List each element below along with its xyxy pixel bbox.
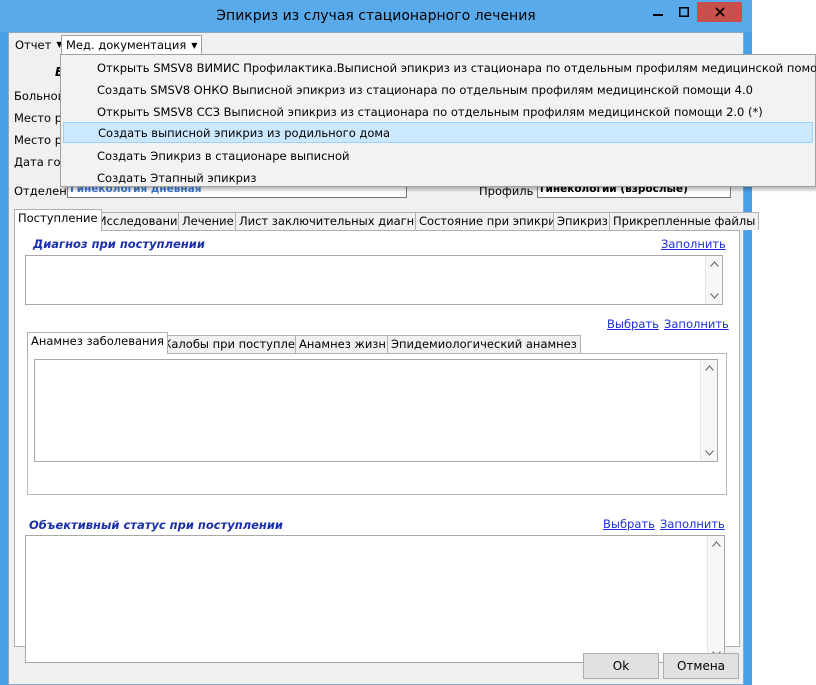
scrollbar[interactable] (707, 536, 724, 662)
diagnosis-title: Диагноз при поступлении (33, 237, 205, 251)
diagnosis-textarea[interactable] (25, 255, 723, 305)
menu-report-label: Отчет (15, 37, 52, 52)
objective-fill-link[interactable]: Заполнить (660, 517, 725, 531)
admission-panel: Диагноз при поступлении Заполнить Выбрат… (14, 230, 740, 663)
scroll-down-icon[interactable] (709, 292, 719, 300)
scroll-up-icon[interactable] (711, 540, 721, 548)
tab-epicrisis[interactable]: Эпикриз (553, 212, 612, 230)
menu-bar: Отчет ▼ Мед. документация ▼ (9, 33, 745, 55)
anamnesis-textarea[interactable] (34, 359, 718, 462)
scroll-down-icon[interactable] (704, 449, 714, 457)
dropdown-item-maternity-epicrisis[interactable]: Создать выписной эпикриз из родильного д… (63, 122, 813, 143)
anamnesis-choose-link[interactable]: Выбрать (607, 317, 659, 331)
dropdown-item-open-ssz[interactable]: Открыть SMSV8 ССЗ Выписной эпикриз из ст… (63, 101, 813, 122)
tab-admission[interactable]: Поступление (14, 209, 102, 231)
chevron-down-icon: ▼ (191, 40, 198, 50)
diagnosis-fill-link[interactable]: Заполнить (661, 237, 726, 251)
objective-status-title: Объективный статус при поступлении (29, 518, 283, 532)
med-docs-dropdown: Открыть SMSV8 ВИМИС Профилактика.Выписно… (60, 54, 816, 187)
dropdown-item-open-vimis[interactable]: Открыть SMSV8 ВИМИС Профилактика.Выписно… (63, 57, 816, 78)
close-button[interactable] (697, 2, 742, 22)
subtab-life-anamnesis[interactable]: Анамнез жизни (295, 335, 398, 353)
tab-final-diagnoses[interactable]: Лист заключительных диагнозов (235, 212, 446, 230)
maximize-button[interactable] (671, 2, 697, 22)
main-tabs: Поступление Исследования Лечение Лист за… (14, 209, 760, 231)
anamnesis-panel (27, 353, 727, 495)
ok-button[interactable]: Ok (583, 653, 659, 679)
tab-research[interactable]: Исследования (94, 212, 189, 230)
tab-epicrisis-state[interactable]: Состояние при эпикризе (415, 212, 573, 230)
tab-treatment[interactable]: Лечение (178, 212, 238, 230)
menu-med-docs-label: Мед. документация (66, 38, 187, 52)
scroll-up-icon[interactable] (704, 364, 714, 372)
objective-choose-link[interactable]: Выбрать (603, 517, 655, 531)
title-bar[interactable]: Эпикриз из случая стационарного лечения (0, 0, 752, 32)
subtab-disease-anamnesis[interactable]: Анамнез заболевания (27, 332, 168, 354)
scrollbar[interactable] (705, 256, 722, 304)
anamnesis-fill-link[interactable]: Заполнить (664, 317, 729, 331)
menu-report[interactable]: Отчет ▼ (11, 35, 66, 54)
cancel-button[interactable]: Отмена (663, 653, 739, 679)
scroll-up-icon[interactable] (709, 260, 719, 268)
scrollbar[interactable] (700, 360, 717, 461)
objective-status-textarea[interactable] (25, 535, 725, 663)
patient-label: Больной (14, 89, 66, 103)
maximize-icon (679, 7, 689, 17)
window-title: Эпикриз из случая стационарного лечения (216, 8, 536, 24)
minimize-icon (653, 14, 663, 16)
menu-med-docs[interactable]: Мед. документация ▼ (61, 35, 203, 54)
dropdown-item-create-onko[interactable]: Создать SMSV8 ОНКО Выписной эпикриз из с… (63, 79, 813, 100)
subtab-epidemiological-anamnesis[interactable]: Эпидемиологический анамнез (387, 335, 581, 353)
dropdown-item-inpatient-epicrisis[interactable]: Создать Эпикриз в стационаре выписной (63, 145, 813, 166)
minimize-button[interactable] (645, 2, 671, 22)
dropdown-item-stage-epicrisis[interactable]: Создать Этапный эпикриз (63, 167, 813, 188)
tab-attached-files[interactable]: Прикрепленные файлы (609, 212, 760, 230)
close-icon (714, 7, 725, 17)
